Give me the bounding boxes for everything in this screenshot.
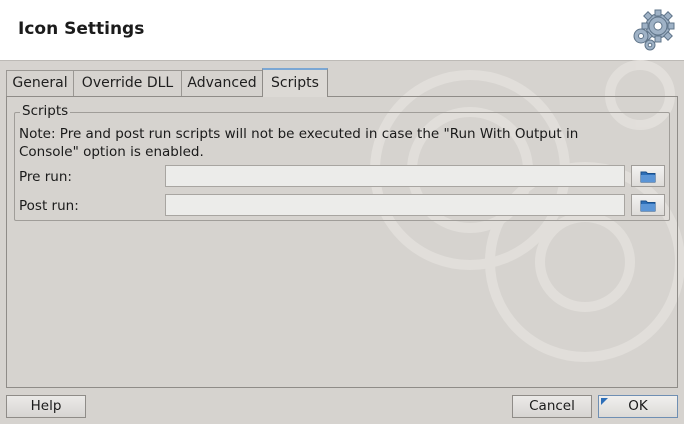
default-button-marker xyxy=(601,398,608,405)
pre-run-input[interactable] xyxy=(165,165,625,187)
gears-icon xyxy=(633,9,675,51)
ok-button[interactable]: OK xyxy=(598,395,678,418)
dialog-header: Icon Settings xyxy=(0,0,684,61)
tab-override-dll[interactable]: Override DLL xyxy=(73,70,182,96)
post-run-browse-button[interactable] xyxy=(631,194,665,216)
post-run-input[interactable] xyxy=(165,194,625,216)
pre-run-browse-button[interactable] xyxy=(631,165,665,187)
pre-run-label: Pre run: xyxy=(19,169,72,185)
dialog-title: Icon Settings xyxy=(18,19,145,39)
tab-general[interactable]: General xyxy=(6,70,74,96)
post-run-label: Post run: xyxy=(19,198,79,214)
cancel-button[interactable]: Cancel xyxy=(512,395,592,418)
scripts-note: Note: Pre and post run scripts will not … xyxy=(19,126,579,160)
ok-button-label: OK xyxy=(628,398,648,414)
tab-scripts[interactable]: Scripts xyxy=(262,68,328,97)
help-button[interactable]: Help xyxy=(6,395,86,418)
scripts-group-title: Scripts xyxy=(20,103,71,119)
folder-icon xyxy=(640,171,656,182)
tab-advanced[interactable]: Advanced xyxy=(181,70,263,96)
folder-icon xyxy=(640,200,656,211)
